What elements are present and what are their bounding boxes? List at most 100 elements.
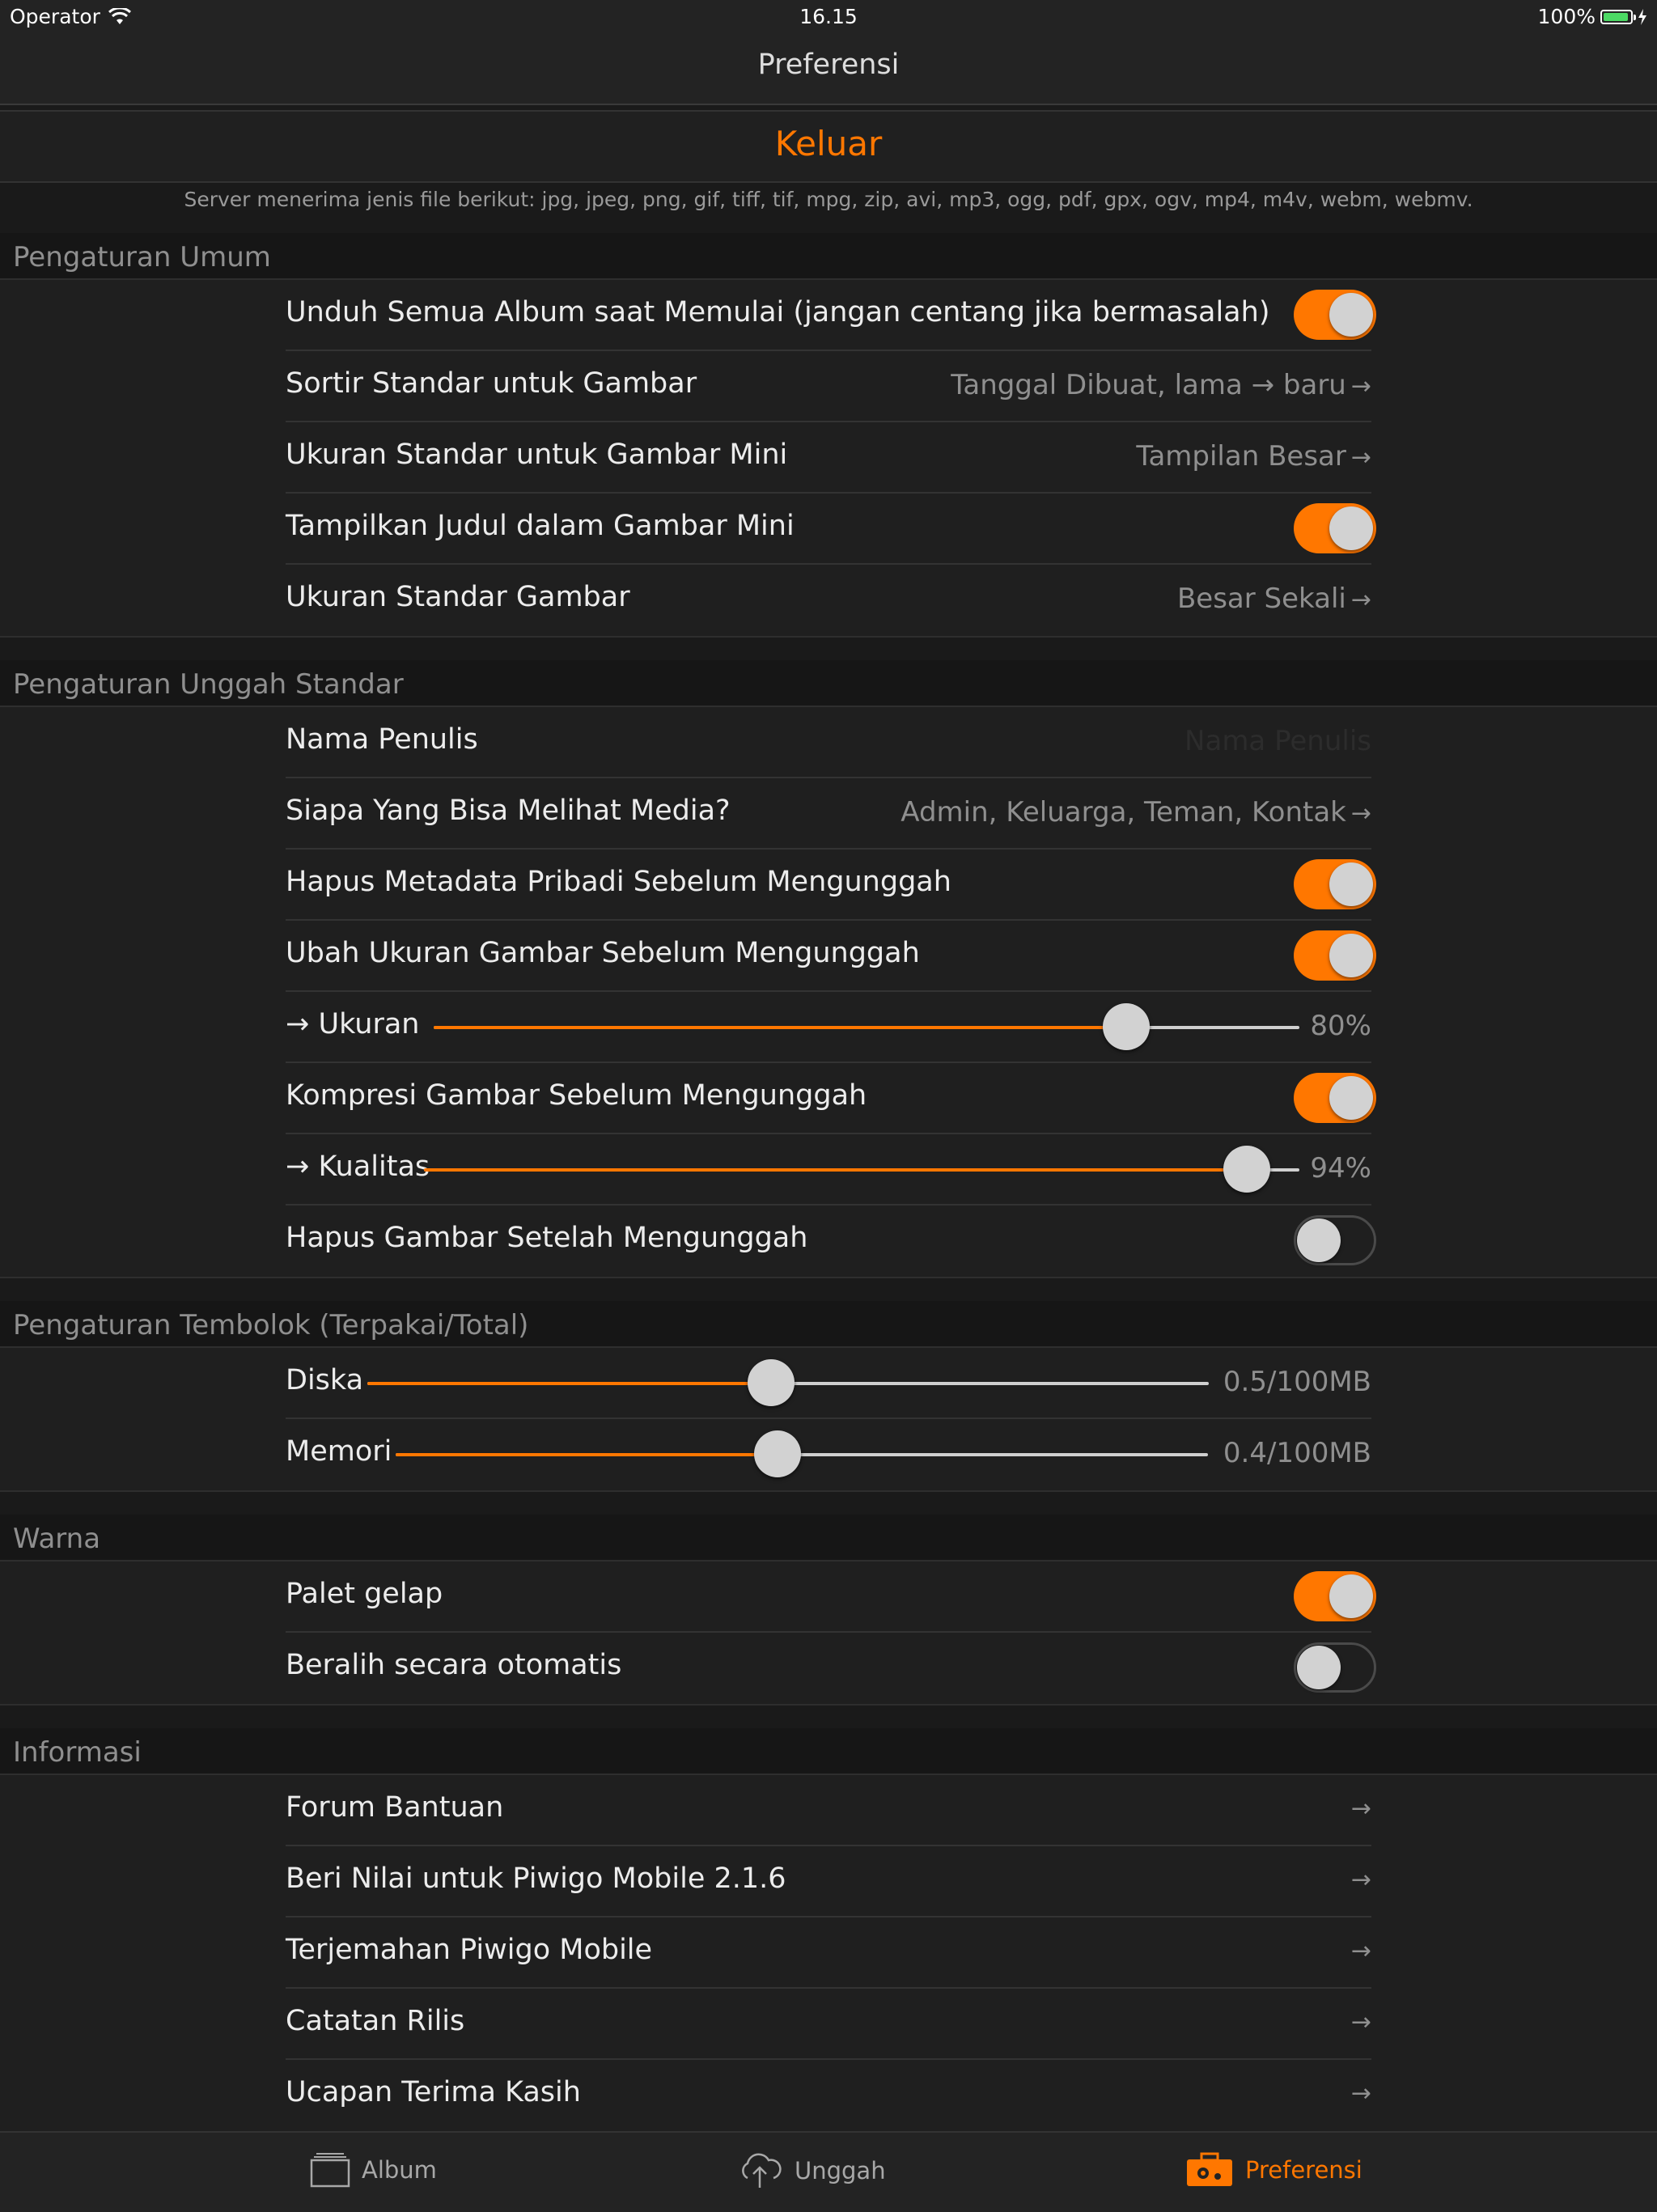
row-resize-size: → Ukuran 80% <box>286 992 1371 1063</box>
auto-switch-label: Beralih secara otomatis <box>286 1649 622 1681</box>
album-icon <box>310 2153 350 2188</box>
help-forum-label: Forum Bantuan <box>286 1791 504 1824</box>
section-header-color: Warna <box>0 1515 1657 1562</box>
row-privacy[interactable]: Siapa Yang Bisa Melihat Media? Admin, Ke… <box>286 778 1371 850</box>
charging-bolt-icon <box>1638 8 1646 25</box>
row-image-size[interactable]: Ukuran Standar Gambar Besar Sekali → <box>286 565 1371 636</box>
tab-preferences-label: Preferensi <box>1245 2156 1362 2184</box>
resize-size-label: → Ukuran <box>286 1008 420 1040</box>
status-time: 16.15 <box>799 5 858 28</box>
memory-cache-label: Memori <box>286 1435 392 1468</box>
arrow-right-icon: → <box>1350 1866 1371 1894</box>
acknowledgements-label: Ucapan Terima Kasih <box>286 2076 581 2108</box>
section-information: Forum Bantuan → Beri Nilai untuk Piwigo … <box>0 1775 1657 2133</box>
slider-thumb[interactable] <box>753 1430 801 1477</box>
section-color: Palet gelap Beralih secara otomatis <box>0 1562 1657 1706</box>
image-size-label: Ukuran Standar Gambar <box>286 581 630 613</box>
thumbnail-size-value: Tampilan Besar → <box>1136 440 1371 472</box>
delete-after-upload-toggle[interactable] <box>1294 1215 1376 1265</box>
arrow-right-icon: → <box>1350 799 1371 828</box>
upload-cloud-icon <box>742 2153 782 2188</box>
slider-thumb[interactable] <box>1103 1003 1150 1050</box>
privacy-value: Admin, Keluarga, Teman, Kontak → <box>901 796 1371 828</box>
tab-upload[interactable]: Unggah <box>736 2152 886 2189</box>
section-header-upload: Pengaturan Unggah Standar <box>0 660 1657 707</box>
disk-cache-value: 0.5/100MB <box>1223 1366 1371 1398</box>
row-translation[interactable]: Terjemahan Piwigo Mobile → <box>286 1917 1371 1989</box>
row-default-sort[interactable]: Sortir Standar untuk Gambar Tanggal Dibu… <box>286 351 1371 422</box>
section-header-general: Pengaturan Umum <box>0 233 1657 280</box>
show-thumbnail-titles-label: Tampilkan Judul dalam Gambar Mini <box>286 510 795 542</box>
dark-palette-toggle[interactable] <box>1294 1571 1376 1621</box>
download-all-albums-label: Unduh Semua Album saat Memulai (jangan c… <box>286 296 1270 328</box>
download-all-albums-toggle[interactable] <box>1294 290 1376 340</box>
row-thumbnail-size[interactable]: Ukuran Standar untuk Gambar Mini Tampila… <box>286 422 1371 494</box>
row-resize-before-upload: Ubah Ukuran Gambar Sebelum Mengunggah <box>286 921 1376 992</box>
page-title: Preferensi <box>757 49 900 81</box>
default-sort-label: Sortir Standar untuk Gambar <box>286 367 697 400</box>
row-rate-app[interactable]: Beri Nilai untuk Piwigo Mobile 2.1.6 → <box>286 1846 1371 1917</box>
status-right: 100% <box>1538 5 1647 28</box>
row-auto-switch: Beralih secara otomatis <box>286 1633 1376 1704</box>
row-download-all-albums: Unduh Semua Album saat Memulai (jangan c… <box>286 280 1376 351</box>
compress-before-upload-label: Kompresi Gambar Sebelum Mengunggah <box>286 1079 867 1112</box>
row-show-thumbnail-titles: Tampilkan Judul dalam Gambar Mini <box>286 494 1376 565</box>
arrow-right-icon: → <box>1350 1795 1371 1823</box>
memory-cache-slider[interactable] <box>396 1430 1208 1477</box>
row-dark-palette: Palet gelap <box>286 1562 1376 1633</box>
section-cache: Diska 0.5/100MB Memori 0.4/100MB <box>0 1348 1657 1492</box>
row-strip-metadata: Hapus Metadata Pribadi Sebelum Mengungga… <box>286 850 1376 921</box>
delete-after-upload-label: Hapus Gambar Setelah Mengunggah <box>286 1222 808 1254</box>
section-upload: Nama Penulis Nama Penulis Siapa Yang Bis… <box>0 707 1657 1278</box>
auto-switch-toggle[interactable] <box>1294 1642 1376 1693</box>
resize-size-slider[interactable] <box>434 1003 1299 1050</box>
navigation-bar: Preferensi <box>0 32 1657 105</box>
resize-size-value: 80% <box>1310 1010 1371 1042</box>
tab-album[interactable]: Album <box>310 2152 437 2188</box>
quality-label: → Kualitas <box>286 1150 430 1183</box>
quality-slider[interactable] <box>424 1146 1299 1193</box>
status-bar: Operator 16.15 100% <box>0 0 1657 32</box>
arrow-right-icon: → <box>1350 586 1371 614</box>
logout-label: Keluar <box>774 124 883 163</box>
arrow-right-icon: → <box>1350 1937 1371 1965</box>
thumbnail-size-label: Ukuran Standar untuk Gambar Mini <box>286 439 788 471</box>
arrow-right-icon: → <box>1350 2079 1371 2108</box>
row-delete-after-upload: Hapus Gambar Setelah Mengunggah <box>286 1206 1376 1277</box>
compress-before-upload-toggle[interactable] <box>1294 1073 1376 1123</box>
author-name-input[interactable]: Nama Penulis <box>1184 725 1371 757</box>
image-size-value: Besar Sekali → <box>1176 583 1371 615</box>
dark-palette-label: Palet gelap <box>286 1578 443 1610</box>
row-author-name: Nama Penulis Nama Penulis <box>286 707 1371 778</box>
strip-metadata-toggle[interactable] <box>1294 859 1376 909</box>
disk-cache-slider[interactable] <box>367 1359 1209 1406</box>
tab-bar: Album Unggah Preferensi <box>0 2131 1657 2212</box>
slider-thumb[interactable] <box>748 1359 795 1406</box>
arrow-right-icon: → <box>1350 372 1371 400</box>
arrow-right-icon: → <box>1350 443 1371 472</box>
row-disk-cache: Diska 0.5/100MB <box>286 1348 1371 1419</box>
battery-percent: 100% <box>1537 5 1596 28</box>
arrow-right-icon: → <box>1350 2008 1371 2036</box>
battery-icon <box>1600 9 1636 24</box>
rate-app-label: Beri Nilai untuk Piwigo Mobile 2.1.6 <box>286 1862 786 1895</box>
translation-label: Terjemahan Piwigo Mobile <box>286 1934 653 1966</box>
slider-thumb[interactable] <box>1223 1146 1271 1193</box>
row-help-forum[interactable]: Forum Bantuan → <box>286 1775 1371 1846</box>
show-thumbnail-titles-toggle[interactable] <box>1294 503 1376 553</box>
memory-cache-value: 0.4/100MB <box>1223 1437 1371 1469</box>
row-memory-cache: Memori 0.4/100MB <box>286 1419 1371 1490</box>
section-header-information: Informasi <box>0 1728 1657 1775</box>
privacy-label: Siapa Yang Bisa Melihat Media? <box>286 795 731 827</box>
resize-before-upload-label: Ubah Ukuran Gambar Sebelum Mengunggah <box>286 937 920 969</box>
row-release-notes[interactable]: Catatan Rilis → <box>286 1989 1371 2060</box>
quality-value: 94% <box>1310 1152 1371 1184</box>
row-compress-before-upload: Kompresi Gambar Sebelum Mengunggah <box>286 1063 1376 1134</box>
logout-button[interactable]: Keluar <box>0 110 1657 183</box>
section-general: Unduh Semua Album saat Memulai (jangan c… <box>0 280 1657 638</box>
resize-before-upload-toggle[interactable] <box>1294 930 1376 981</box>
tab-preferences[interactable]: Preferensi <box>1185 2152 1362 2188</box>
tab-album-label: Album <box>362 2156 437 2184</box>
row-acknowledgements[interactable]: Ucapan Terima Kasih → <box>286 2060 1371 2131</box>
default-sort-value: Tanggal Dibuat, lama → baru → <box>951 369 1371 401</box>
